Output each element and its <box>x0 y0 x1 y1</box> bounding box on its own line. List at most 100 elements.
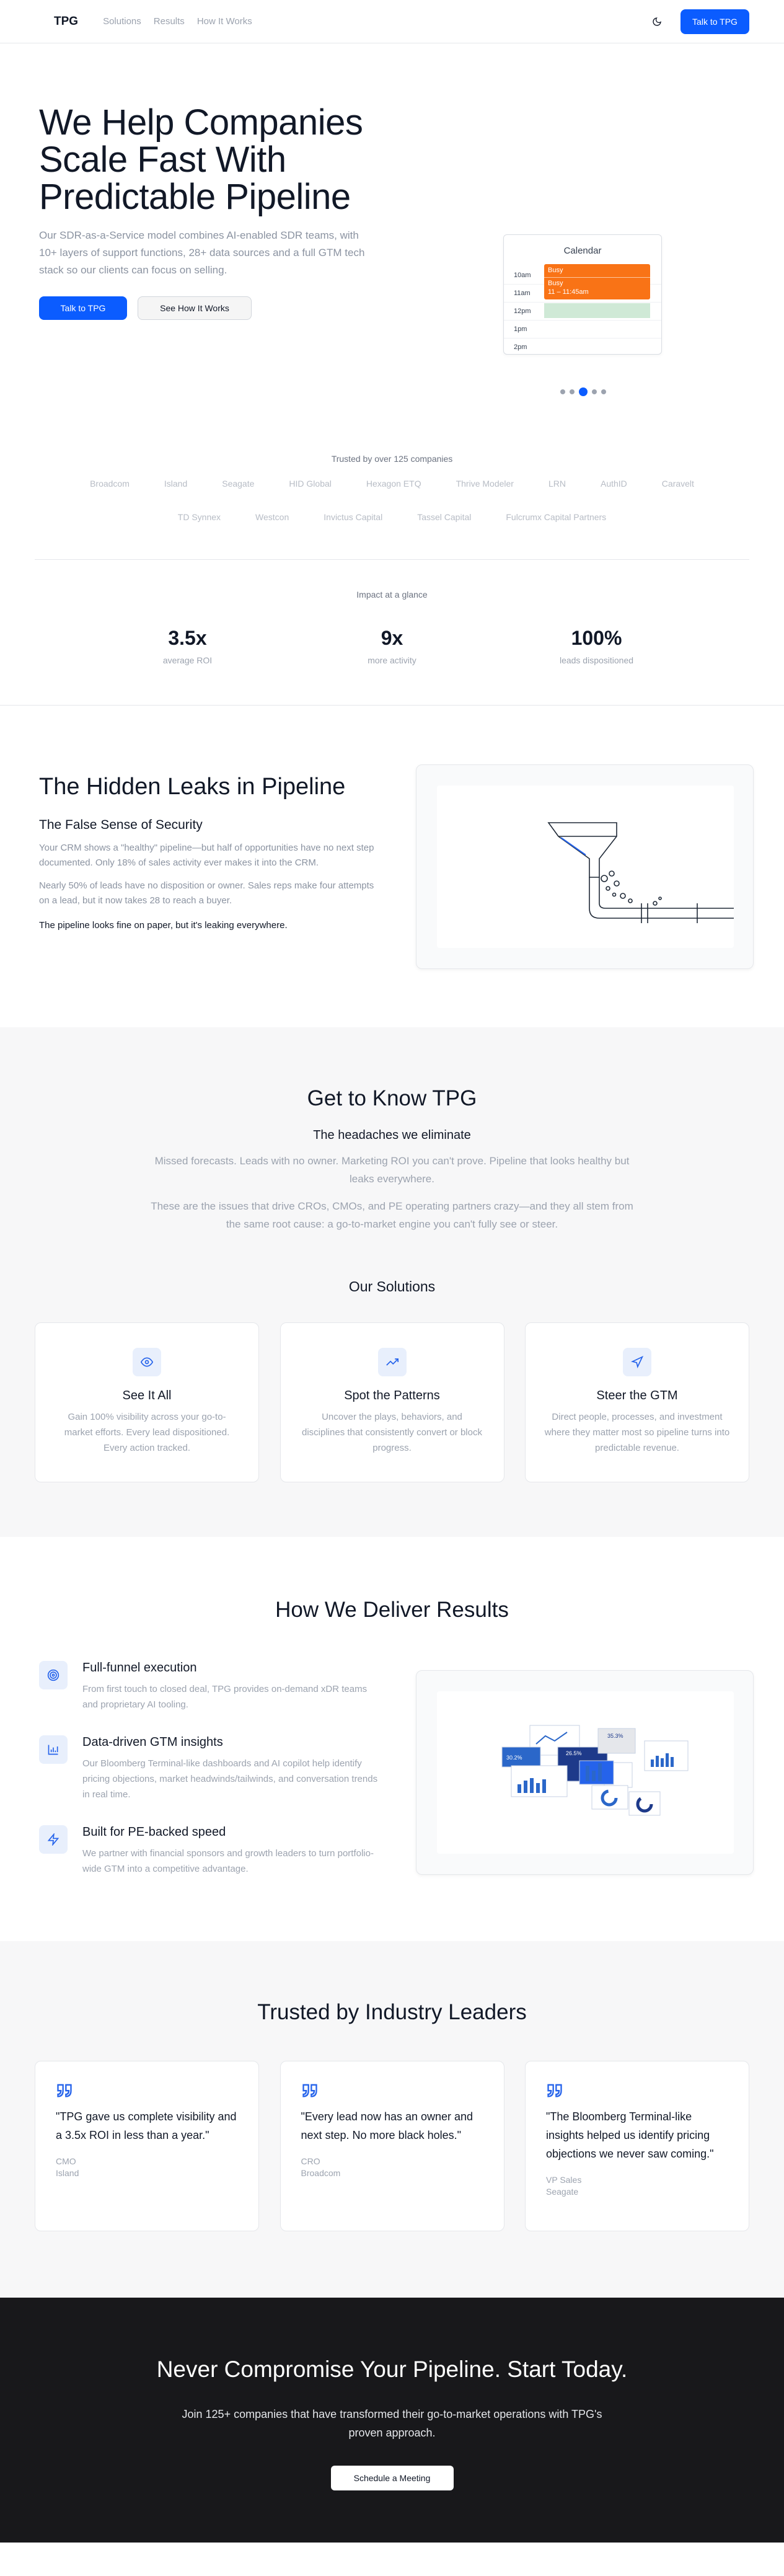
deliver-results-section: How We Deliver Results Full-funnel execu… <box>0 1537 784 1941</box>
client-logo: Thrive Modeler <box>456 479 514 489</box>
cta-title: Never Compromise Your Pipeline. Start To… <box>156 2357 628 2382</box>
leaking-pipe-illustration-card <box>416 764 754 969</box>
stat-value: 9x <box>381 627 403 649</box>
calendar-free-block <box>544 303 650 318</box>
client-logo: Invictus Capital <box>324 512 383 522</box>
nav-link-solutions[interactable]: Solutions <box>103 16 141 27</box>
talk-to-tpg-hero-button[interactable]: Talk to TPG <box>39 296 127 320</box>
calendar-time: 12pm <box>514 308 531 315</box>
target-icon <box>39 1661 68 1689</box>
testimonial-quote: "The Bloomberg Terminal-like insights he… <box>546 2110 714 2160</box>
client-logo: LRN <box>548 479 566 489</box>
nav-link-results[interactable]: Results <box>154 16 185 27</box>
quote-icon <box>546 2081 728 2100</box>
schedule-meeting-button[interactable]: Schedule a Meeting <box>330 2466 454 2490</box>
dashboard-illustration: 30.2% 26.5% 35.3% <box>437 1691 734 1854</box>
calendar-title: Calendar <box>563 246 602 256</box>
cta-subtitle: Join 125+ companies that have transforme… <box>182 2408 602 2439</box>
feature-desc: From first touch to closed deal, TPG pro… <box>82 1684 368 1710</box>
client-logo: TD Synnex <box>177 512 221 522</box>
client-logo: HID Global <box>289 479 332 489</box>
carousel-dot-active[interactable] <box>579 387 588 396</box>
carousel-dot[interactable] <box>592 389 597 394</box>
feature-data-driven: Data-driven GTM insights Our Bloomberg T… <box>39 1735 386 1802</box>
hero-section: We Help Companies Scale Fast With Predic… <box>0 43 784 453</box>
solution-name: Spot the Patterns <box>344 1389 440 1402</box>
testimonials-section: Trusted by Industry Leaders "TPG gave us… <box>0 1941 784 2298</box>
navigation-icon <box>623 1348 651 1376</box>
bar-chart-icon <box>39 1735 68 1764</box>
client-logo: Seagate <box>222 479 255 489</box>
impact-title: Impact at a glance <box>356 590 428 600</box>
stat-leads: 100% leads dispositioned <box>535 627 659 665</box>
nav-link-how-it-works[interactable]: How It Works <box>197 16 252 27</box>
carousel-dots <box>560 387 610 396</box>
client-logo: AuthID <box>600 479 627 489</box>
know-paragraph: These are the issues that drive CROs, CM… <box>151 1200 633 1230</box>
solution-card-steer-the-gtm: Steer the GTM Direct people, processes, … <box>525 1322 749 1482</box>
trusted-title: Trusted by over 125 companies <box>331 454 453 464</box>
stat-label: more activity <box>368 655 416 665</box>
solution-desc: Uncover the plays, behaviors, and discip… <box>302 1412 482 1453</box>
client-logo: Tassel Capital <box>417 512 472 522</box>
testimonial-card: "TPG gave us complete visibility and a 3… <box>35 2061 259 2231</box>
dashboard-label: 35.3% <box>607 1733 623 1739</box>
trending-up-icon <box>377 1348 407 1376</box>
know-subtitle: The headaches we eliminate <box>313 1128 471 1142</box>
solution-card-see-it-all: See It All Gain 100% visibility across y… <box>35 1322 259 1482</box>
leaks-paragraph: Nearly 50% of leads have no disposition … <box>39 880 374 906</box>
feature-title: Data-driven GTM insights <box>82 1735 223 1749</box>
dashboard-illustration-card: 30.2% 26.5% 35.3% <box>416 1670 754 1875</box>
leaks-title: The Hidden Leaks in Pipeline <box>39 774 346 800</box>
testimonial-card: "Every lead now has an owner and next st… <box>280 2061 504 2231</box>
logo[interactable]: TPG <box>54 15 78 29</box>
feature-full-funnel: Full-funnel execution From first touch t… <box>39 1661 386 1712</box>
feature-title: Full-funnel execution <box>82 1661 197 1675</box>
testimonial-company: Broadcom <box>301 2168 341 2178</box>
dashboard-label: 26.5% <box>566 1750 582 1756</box>
deliver-title: How We Deliver Results <box>275 1598 509 1622</box>
hero-subtitle: Our SDR-as-a-Service model combines AI-e… <box>39 229 365 276</box>
cta-section: Never Compromise Your Pipeline. Start To… <box>0 2298 784 2543</box>
calendar-widget: Calendar 10am 11am 12pm 1pm 2pm Busy Bus… <box>503 234 662 355</box>
talk-to-tpg-nav-button[interactable]: Talk to TPG <box>680 9 749 34</box>
carousel-dot[interactable] <box>560 389 565 394</box>
testimonial-card: "The Bloomberg Terminal-like insights he… <box>525 2061 749 2231</box>
solution-name: See It All <box>122 1389 172 1402</box>
carousel-dot[interactable] <box>570 389 575 394</box>
see-how-it-works-button[interactable]: See How It Works <box>138 296 252 320</box>
busy-label: Busy <box>548 267 563 274</box>
calendar-time: 11am <box>514 290 531 297</box>
stat-label: average ROI <box>162 655 213 665</box>
top-nav: TPG Solutions Results How It Works Talk … <box>0 0 784 43</box>
feature-desc: Our Bloomberg Terminal-like dashboards a… <box>82 1758 378 1800</box>
stat-roi: 3.5x average ROI <box>126 627 250 665</box>
solution-card-spot-the-patterns: Spot the Patterns Uncover the plays, beh… <box>280 1322 504 1482</box>
dashboard-label: 30.2% <box>506 1755 522 1761</box>
client-logo: Island <box>164 479 188 489</box>
know-title: Get to Know TPG <box>307 1086 477 1110</box>
theme-toggle-moon-icon[interactable] <box>651 15 663 28</box>
leaks-paragraph: Your CRM shows a "healthy" pipeline—but … <box>39 843 374 868</box>
solution-desc: Gain 100% visibility across your go-to-m… <box>64 1412 230 1453</box>
hero-title: We Help Companies Scale Fast With Predic… <box>39 102 363 217</box>
testimonial-quote: "TPG gave us complete visibility and a 3… <box>56 2110 237 2141</box>
know-paragraph: Missed forecasts. Leads with no owner. M… <box>154 1155 630 1185</box>
stat-value: 100% <box>571 627 622 649</box>
testimonial-quote: "Every lead now has an owner and next st… <box>301 2110 473 2141</box>
testimonials-title: Trusted by Industry Leaders <box>257 2000 527 2024</box>
leaks-subtitle: The False Sense of Security <box>39 818 203 832</box>
feature-pe-speed: Built for PE-backed speed We partner wit… <box>39 1825 386 1877</box>
get-to-know-section: Get to Know TPG The headaches we elimina… <box>0 1027 784 1537</box>
testimonial-role: VP Sales <box>546 2175 582 2185</box>
carousel-dot[interactable] <box>601 389 606 394</box>
calendar-time: 10am <box>514 271 531 279</box>
zap-icon <box>39 1825 68 1854</box>
quote-icon <box>56 2081 238 2100</box>
impact-section: Impact at a glance 3.5x average ROI 9x m… <box>0 560 784 705</box>
solution-name: Steer the GTM <box>596 1389 678 1402</box>
client-logo: Hexagon ETQ <box>366 479 421 489</box>
client-logo: Caravelt <box>661 479 694 489</box>
logo-wall: Broadcom Island Seagate HID Global Hexagon E… <box>64 479 721 546</box>
busy-time: 11 – 11:45am <box>548 288 589 296</box>
